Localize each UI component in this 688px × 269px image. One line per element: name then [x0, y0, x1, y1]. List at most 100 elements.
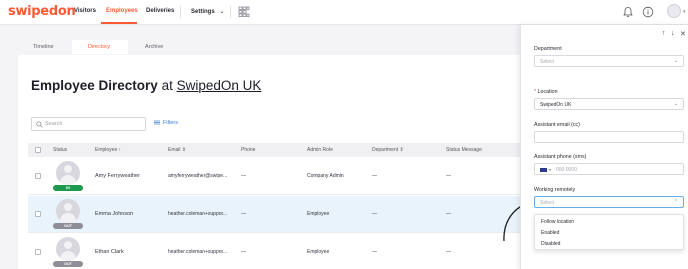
option-disabled[interactable]: Disabled: [541, 241, 560, 247]
working-remotely-select[interactable]: Select ⌃: [534, 196, 684, 208]
status-badge[interactable]: IN: [53, 185, 83, 191]
nav-settings-label: Settings: [191, 9, 215, 15]
department-select[interactable]: Select ⌄: [534, 55, 684, 67]
row-checkbox[interactable]: [35, 211, 41, 217]
column-employee-label: Employee: [95, 147, 118, 153]
column-department[interactable]: Department ⇕: [372, 147, 404, 153]
employee-email: amyferryweather@swipe...: [168, 173, 228, 179]
location-selector[interactable]: SwipedOn UK: [177, 78, 262, 93]
grid-icon[interactable]: [238, 6, 250, 17]
status-badge[interactable]: OUT: [53, 223, 83, 229]
nav-divider: [230, 6, 231, 18]
employee-department: —: [372, 211, 377, 217]
search-placeholder: Search: [45, 121, 63, 127]
search-input[interactable]: Search: [31, 117, 146, 131]
assistant-phone-field[interactable]: ▾ 000 0000: [534, 163, 684, 175]
employee-email: heather.coleman+suppor...: [168, 211, 228, 217]
arrow-up-icon[interactable]: ↑: [662, 30, 666, 37]
chevron-down-icon[interactable]: ⌄: [230, 84, 236, 92]
employee-status-message: —: [446, 173, 451, 179]
chevron-down-icon: ⌄: [219, 9, 225, 15]
assistant-email-label: Assistant email (cc): [534, 122, 580, 128]
chevron-down-icon: ⌄: [673, 101, 678, 107]
user-avatar[interactable]: [667, 4, 681, 18]
location-label-text: Location: [537, 89, 558, 95]
search-icon: [36, 121, 43, 128]
directory-tabs: Timeline Directory Archive: [0, 41, 520, 55]
chevron-up-icon: ⌃: [673, 199, 678, 205]
table-row[interactable]: OUT Ethan Clark heather.coleman+suppor..…: [28, 234, 520, 269]
employee-department: —: [372, 249, 377, 255]
close-icon[interactable]: ✕: [680, 30, 686, 38]
employee-role: Company Admin: [307, 173, 344, 179]
department-label: Department: [534, 46, 562, 52]
top-navigation: swipedon Visitors Employees Deliveries S…: [0, 0, 688, 25]
assistant-email-field[interactable]: [534, 131, 684, 143]
arrow-down-icon[interactable]: ↓: [671, 30, 675, 37]
location-select[interactable]: SwipedOn UK ⌄: [534, 98, 684, 110]
bell-icon[interactable]: [622, 6, 634, 18]
avatar: [56, 237, 80, 261]
column-phone: Phone: [241, 147, 256, 153]
status-badge[interactable]: OUT: [53, 261, 83, 267]
employee-phone: —: [241, 211, 246, 217]
row-checkbox[interactable]: [35, 173, 41, 179]
nav-divider: [180, 6, 181, 18]
sort-ascending-icon: ↑: [118, 147, 122, 153]
employee-role: Employee: [307, 249, 330, 255]
column-email-label: Email: [168, 147, 181, 153]
column-email[interactable]: Email ⇕: [168, 147, 186, 153]
option-enabled[interactable]: Enabled: [541, 230, 559, 236]
location-label: * Location: [534, 89, 558, 95]
nav-active-indicator: [101, 22, 137, 24]
table-header: Status Employee ↑ Email ⇕ Phone Admin Ro…: [28, 143, 520, 157]
chevron-down-icon: ⌄: [673, 58, 678, 64]
page-title: Employee Directory at SwipedOn UK: [31, 78, 261, 93]
department-placeholder: Select: [540, 59, 554, 65]
avatar: [56, 161, 80, 185]
option-follow-location[interactable]: Follow location: [541, 219, 574, 225]
chevron-down-icon[interactable]: ▾: [683, 9, 686, 15]
employee-name[interactable]: Amy Ferryweather: [95, 173, 140, 179]
employee-phone: —: [241, 173, 246, 179]
chevron-down-icon[interactable]: ▾: [549, 167, 551, 172]
phone-placeholder: 000 0000: [556, 167, 577, 173]
column-status: Status: [53, 147, 68, 153]
table-row[interactable]: IN Amy Ferryweather amyferryweather@swip…: [28, 158, 520, 195]
nav-employees[interactable]: Employees: [106, 8, 138, 14]
nav-settings[interactable]: Settings ⌄: [191, 8, 224, 15]
employee-name[interactable]: Emma Johnson: [95, 211, 133, 217]
tab-timeline[interactable]: Timeline: [33, 44, 54, 50]
avatar: [56, 199, 80, 223]
row-checkbox[interactable]: [35, 249, 41, 255]
column-status-message: Status Message: [446, 147, 482, 153]
employee-email: heather.coleman+suppor...: [168, 249, 228, 255]
nav-deliveries[interactable]: Deliveries: [146, 8, 174, 14]
employee-name[interactable]: Ethan Clark: [95, 249, 124, 255]
column-department-label: Department: [372, 147, 399, 153]
assistant-phone-label: Assistant phone (sms): [534, 154, 587, 160]
swipedon-logo[interactable]: swipedon: [8, 4, 76, 19]
employee-phone: —: [241, 249, 246, 255]
column-employee[interactable]: Employee ↑: [95, 147, 121, 153]
employee-department: —: [372, 173, 377, 179]
tab-directory[interactable]: Directory: [88, 44, 110, 50]
working-remotely-options: Follow location Enabled Disabled: [534, 214, 684, 250]
working-remotely-label: Working remotely: [534, 187, 576, 193]
nav-visitors[interactable]: Visitors: [74, 8, 96, 14]
select-all-checkbox[interactable]: [35, 147, 41, 153]
sort-icon: ⇕: [181, 147, 187, 153]
column-admin-role: Admin Role: [307, 147, 333, 153]
filters-button[interactable]: Filters: [154, 120, 178, 126]
filter-icon: [154, 120, 160, 125]
table-row[interactable]: OUT Emma Johnson heather.coleman+suppor.…: [28, 196, 520, 233]
filters-label: Filters: [163, 120, 178, 126]
employee-edit-panel: ↑ ↓ ✕ Department Select ⌄ * Location Swi…: [520, 25, 688, 269]
help-icon[interactable]: [642, 6, 654, 18]
employee-status-message: —: [446, 211, 451, 217]
sort-icon: ⇕: [399, 147, 404, 153]
location-value: SwipedOn UK: [540, 102, 572, 108]
tab-archive[interactable]: Archive: [145, 44, 163, 50]
working-remotely-placeholder: Select: [540, 200, 554, 206]
uk-flag-icon[interactable]: [540, 168, 547, 172]
